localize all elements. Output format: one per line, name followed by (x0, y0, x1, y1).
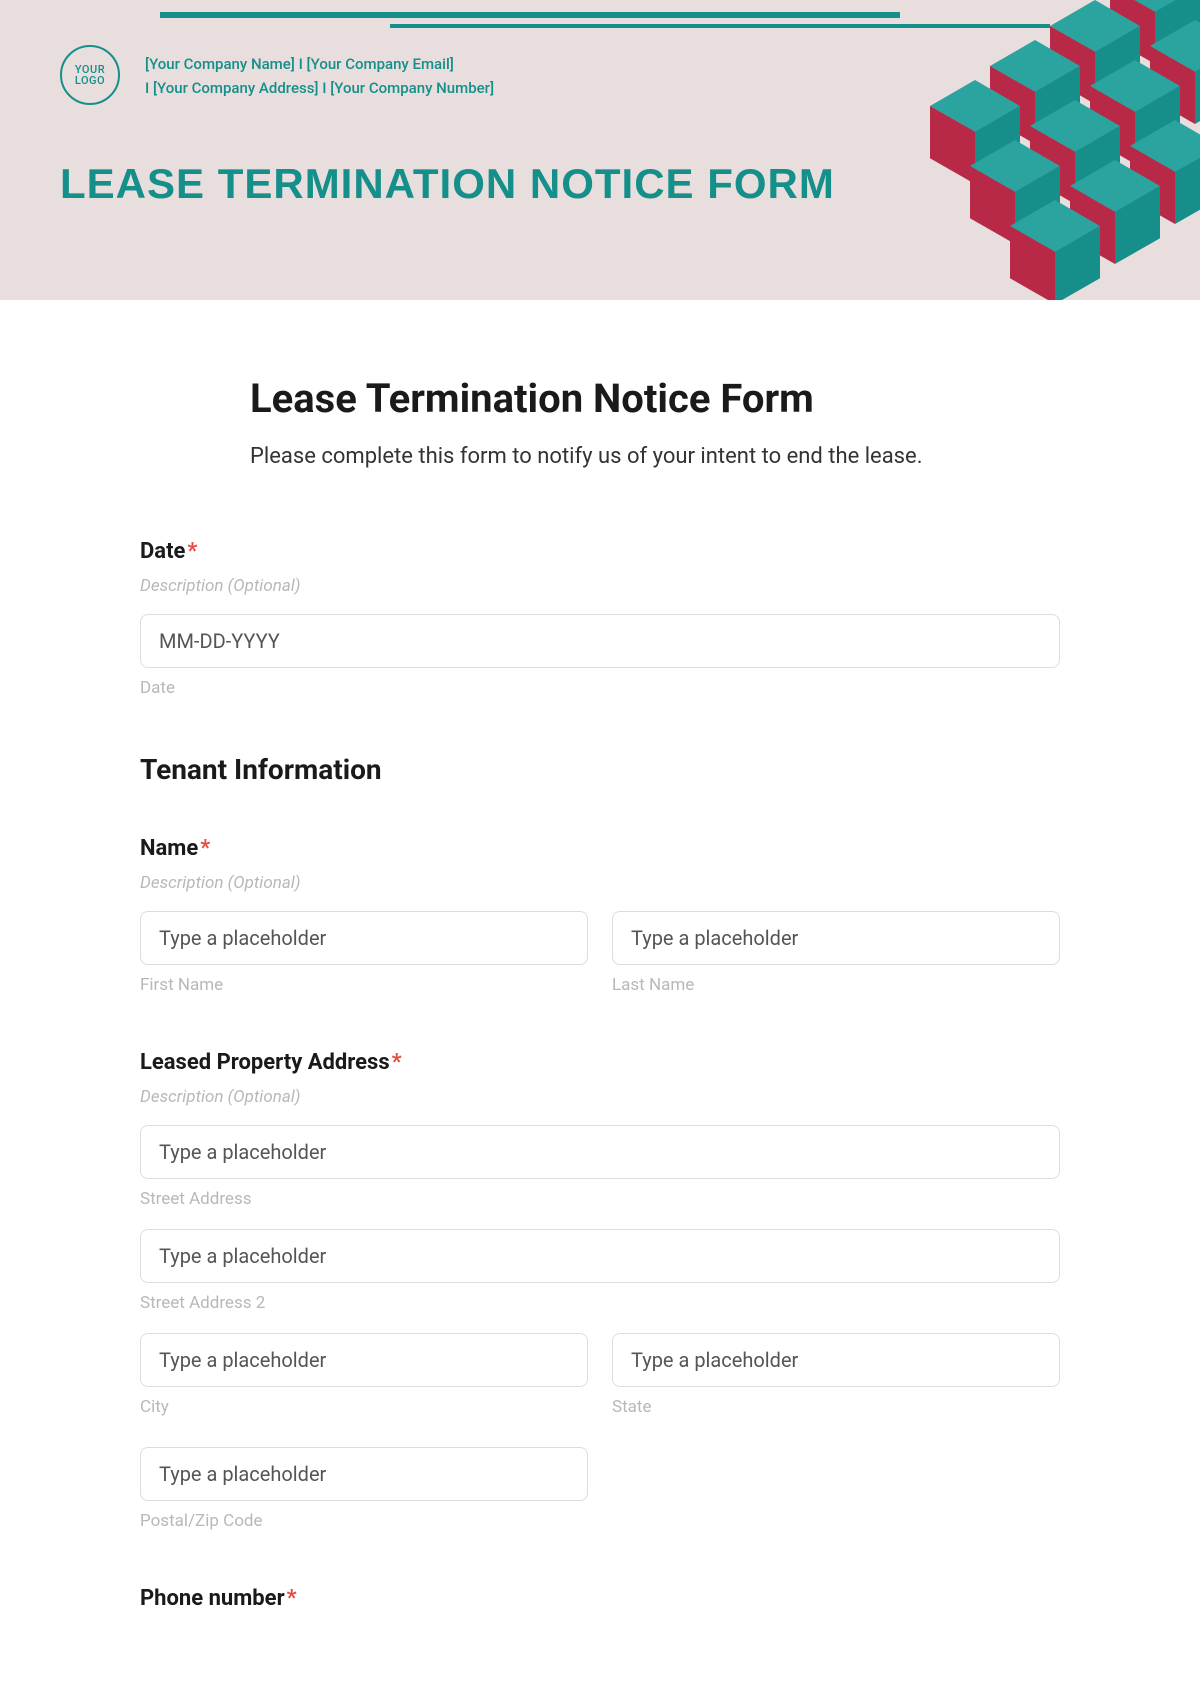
company-info: [Your Company Name] I [Your Company Emai… (145, 52, 494, 100)
required-asterisk: * (187, 539, 197, 564)
name-label: Name* (140, 836, 1060, 861)
form-title: Lease Termination Notice Form (250, 375, 1060, 422)
company-line-1: [Your Company Name] I [Your Company Emai… (145, 52, 494, 76)
street-address-sublabel: Street Address (140, 1189, 1060, 1209)
street-address-2-sublabel: Street Address 2 (140, 1293, 1060, 1313)
state-sublabel: State (612, 1397, 1060, 1417)
banner-title: LEASE TERMINATION NOTICE FORM (60, 160, 835, 208)
form-subtitle: Please complete this form to notify us o… (250, 444, 1060, 469)
postal-code-sublabel: Postal/Zip Code (140, 1511, 588, 1531)
date-sublabel: Date (140, 678, 1060, 698)
required-asterisk: * (287, 1586, 297, 1611)
date-input[interactable] (140, 614, 1060, 668)
first-name-sublabel: First Name (140, 975, 588, 995)
city-sublabel: City (140, 1397, 588, 1417)
last-name-input[interactable] (612, 911, 1060, 965)
state-input[interactable] (612, 1333, 1060, 1387)
city-input[interactable] (140, 1333, 588, 1387)
required-asterisk: * (200, 836, 210, 861)
logo-text-2: LOGO (75, 75, 105, 86)
phone-field-block: Phone number* (140, 1586, 1060, 1611)
phone-label: Phone number* (140, 1586, 1060, 1611)
street-address-2-input[interactable] (140, 1229, 1060, 1283)
address-description: Description (Optional) (140, 1087, 1060, 1107)
tenant-section-heading: Tenant Information (140, 753, 1060, 786)
street-address-input[interactable] (140, 1125, 1060, 1179)
first-name-input[interactable] (140, 911, 588, 965)
address-label: Leased Property Address* (140, 1050, 1060, 1075)
logo-placeholder: YOUR LOGO (60, 45, 120, 105)
required-asterisk: * (392, 1050, 402, 1075)
date-description: Description (Optional) (140, 576, 1060, 596)
form-container: Lease Termination Notice Form Please com… (0, 300, 1200, 1706)
postal-code-input[interactable] (140, 1447, 588, 1501)
date-label: Date* (140, 539, 1060, 564)
decorative-cubes (810, 0, 1200, 300)
date-field-block: Date* Description (Optional) Date (140, 539, 1060, 698)
header-band: YOUR LOGO [Your Company Name] I [Your Co… (0, 0, 1200, 300)
last-name-sublabel: Last Name (612, 975, 1060, 995)
name-description: Description (Optional) (140, 873, 1060, 893)
name-field-block: Name* Description (Optional) First Name … (140, 836, 1060, 995)
address-field-block: Leased Property Address* Description (Op… (140, 1050, 1060, 1531)
company-line-2: I [Your Company Address] I [Your Company… (145, 76, 494, 100)
